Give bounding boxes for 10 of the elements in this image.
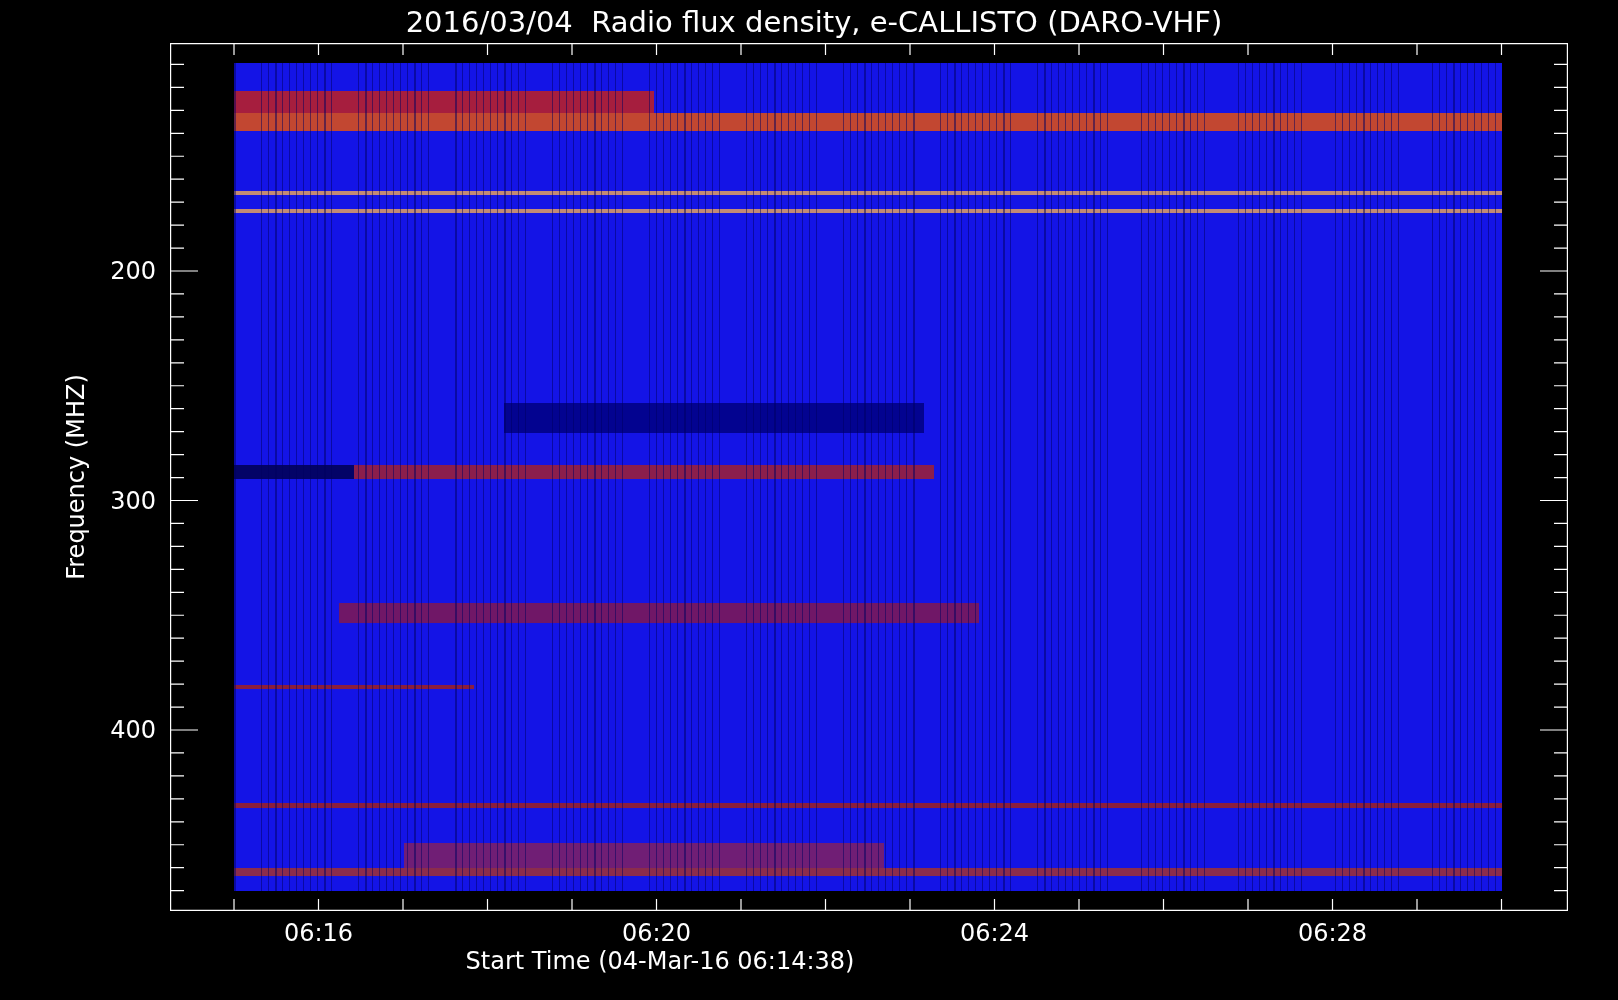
x-tick-label: 06:28	[1297, 919, 1368, 947]
x-axis-label: Start Time (04-Mar-16 06:14:38)	[465, 947, 855, 975]
x-tick-label: 06:16	[283, 919, 354, 947]
x-tick-label: 06:24	[959, 919, 1030, 947]
y-tick-label: 200	[110, 257, 156, 285]
y-tick-label: 400	[110, 716, 156, 744]
y-tick-label: 300	[110, 486, 156, 515]
y-axis-label: Frequency (MHZ)	[62, 374, 90, 580]
x-tick-label: 06:20	[621, 919, 692, 947]
plot-title: 2016/03/04 Radio flux density, e-CALLISTO (DARO-VHF)	[405, 4, 1223, 39]
